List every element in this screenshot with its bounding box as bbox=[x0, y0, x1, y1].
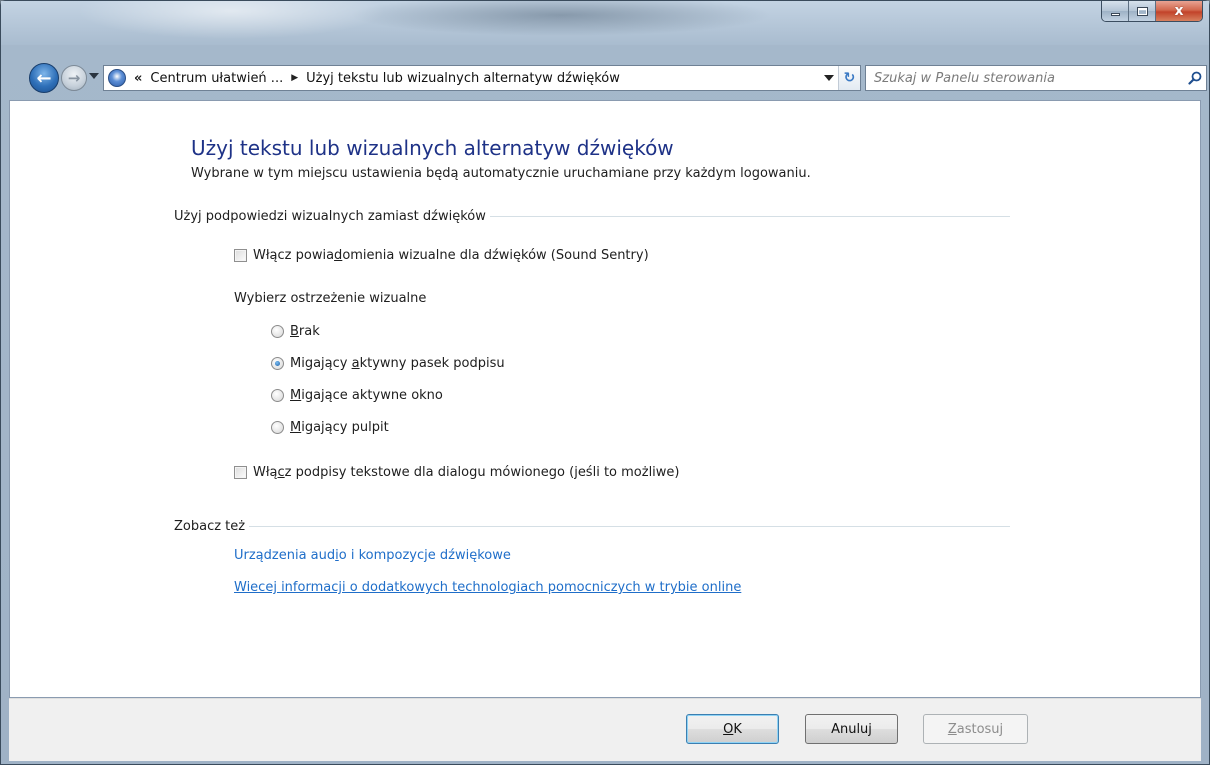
sound-sentry-checkbox[interactable] bbox=[234, 249, 247, 262]
breadcrumb-ease-of-access-center[interactable]: Centrum ułatwień ... bbox=[150, 71, 283, 86]
link-audio-devices[interactable]: Urządzenia audio i kompozycje dźwiękowe bbox=[234, 548, 511, 563]
radio-button-flash-caption[interactable] bbox=[271, 357, 284, 370]
page-subtitle: Wybrane w tym miejscu ustawienia będą au… bbox=[191, 166, 811, 181]
text-captions-checkbox[interactable] bbox=[234, 466, 247, 479]
radio-option-none[interactable]: Brak bbox=[271, 324, 320, 339]
radio-label-flash-window: Migające aktywne okno bbox=[290, 388, 443, 403]
navigation-row: ← → « Centrum ułatwień ... ▶ Użyj tekstu… bbox=[1, 61, 1209, 95]
radio-label-flash-caption: Migający aktywny pasek podpisu bbox=[290, 356, 505, 371]
ok-button-label: K bbox=[733, 721, 742, 737]
minimize-icon bbox=[1110, 13, 1120, 16]
link-assistive-technologies-online[interactable]: Wiecej informacji o dodatkowych technolo… bbox=[234, 580, 741, 595]
section-divider bbox=[489, 215, 1010, 217]
content-panel bbox=[9, 100, 1201, 698]
ok-button[interactable]: OK bbox=[686, 714, 779, 744]
breadcrumb-current-page[interactable]: Użyj tekstu lub wizualnych alternatyw dź… bbox=[306, 71, 620, 86]
apply-button-accel: Z bbox=[947, 721, 957, 737]
back-arrow-icon: ← bbox=[36, 67, 52, 89]
section-visual-notifications: Użyj podpowiedzi wizualnych zamiast dźwi… bbox=[174, 207, 1010, 225]
recent-pages-dropdown-icon[interactable] bbox=[89, 73, 99, 79]
search-input[interactable] bbox=[874, 67, 1184, 89]
radio-option-flash-caption[interactable]: Migający aktywny pasek podpisu bbox=[271, 356, 505, 371]
radio-label-flash-desktop: Migający pulpit bbox=[290, 420, 389, 435]
ok-button-accel: O bbox=[723, 721, 734, 737]
refresh-icon: ↻ bbox=[843, 70, 856, 86]
section-see-also: Zobacz też bbox=[174, 517, 1010, 535]
forward-arrow-icon: → bbox=[67, 69, 81, 87]
title-bar[interactable]: x bbox=[1, 1, 1209, 45]
caption-buttons: x bbox=[1101, 1, 1203, 22]
address-bar[interactable]: « Centrum ułatwień ... ▶ Użyj tekstu lub… bbox=[103, 65, 861, 91]
radio-button-flash-desktop[interactable] bbox=[271, 421, 284, 434]
radio-label-none: Brak bbox=[290, 324, 320, 339]
search-box bbox=[865, 65, 1207, 91]
breadcrumb-separator-arrow-icon[interactable]: ▶ bbox=[291, 73, 298, 83]
apply-button-label: astosuj bbox=[956, 721, 1004, 737]
refresh-button[interactable]: ↻ bbox=[838, 66, 860, 90]
cancel-button-label: Anuluj bbox=[831, 721, 872, 737]
section-divider bbox=[249, 525, 1010, 527]
address-dropdown-icon[interactable] bbox=[824, 75, 834, 81]
apply-button[interactable]: Zastosuj bbox=[923, 714, 1028, 744]
maximize-icon bbox=[1136, 6, 1148, 16]
visual-warning-label: Wybierz ostrzeżenie wizualne bbox=[234, 291, 427, 306]
maximize-button[interactable] bbox=[1129, 1, 1156, 21]
forward-button[interactable]: → bbox=[61, 65, 87, 91]
close-icon: x bbox=[1174, 3, 1184, 19]
radio-button-none[interactable] bbox=[271, 325, 284, 338]
breadcrumb-overflow-chevrons[interactable]: « bbox=[134, 71, 142, 86]
radio-option-flash-desktop[interactable]: Migający pulpit bbox=[271, 420, 389, 435]
section-see-also-heading: Zobacz też bbox=[174, 518, 246, 534]
minimize-button[interactable] bbox=[1102, 1, 1129, 21]
close-button[interactable]: x bbox=[1156, 1, 1202, 21]
section-visual-heading: Użyj podpowiedzi wizualnych zamiast dźwi… bbox=[174, 208, 486, 224]
text-captions-checkbox-row[interactable]: Włącz podpisy tekstowe dla dialogu mówio… bbox=[234, 465, 680, 480]
page-title: Użyj tekstu lub wizualnych alternatyw dź… bbox=[191, 136, 674, 160]
text-captions-label: Włącz podpisy tekstowe dla dialogu mówio… bbox=[253, 465, 680, 480]
search-icon[interactable] bbox=[1184, 67, 1206, 89]
control-panel-icon bbox=[108, 69, 126, 87]
sound-sentry-label: Włącz powiadomienia wizualne dla dźwiękó… bbox=[253, 248, 649, 263]
radio-button-flash-window[interactable] bbox=[271, 389, 284, 402]
back-button[interactable]: ← bbox=[29, 63, 59, 93]
cancel-button[interactable]: Anuluj bbox=[805, 714, 898, 744]
sound-sentry-checkbox-row[interactable]: Włącz powiadomienia wizualne dla dźwiękó… bbox=[234, 248, 649, 263]
radio-option-flash-window[interactable]: Migające aktywne okno bbox=[271, 388, 443, 403]
